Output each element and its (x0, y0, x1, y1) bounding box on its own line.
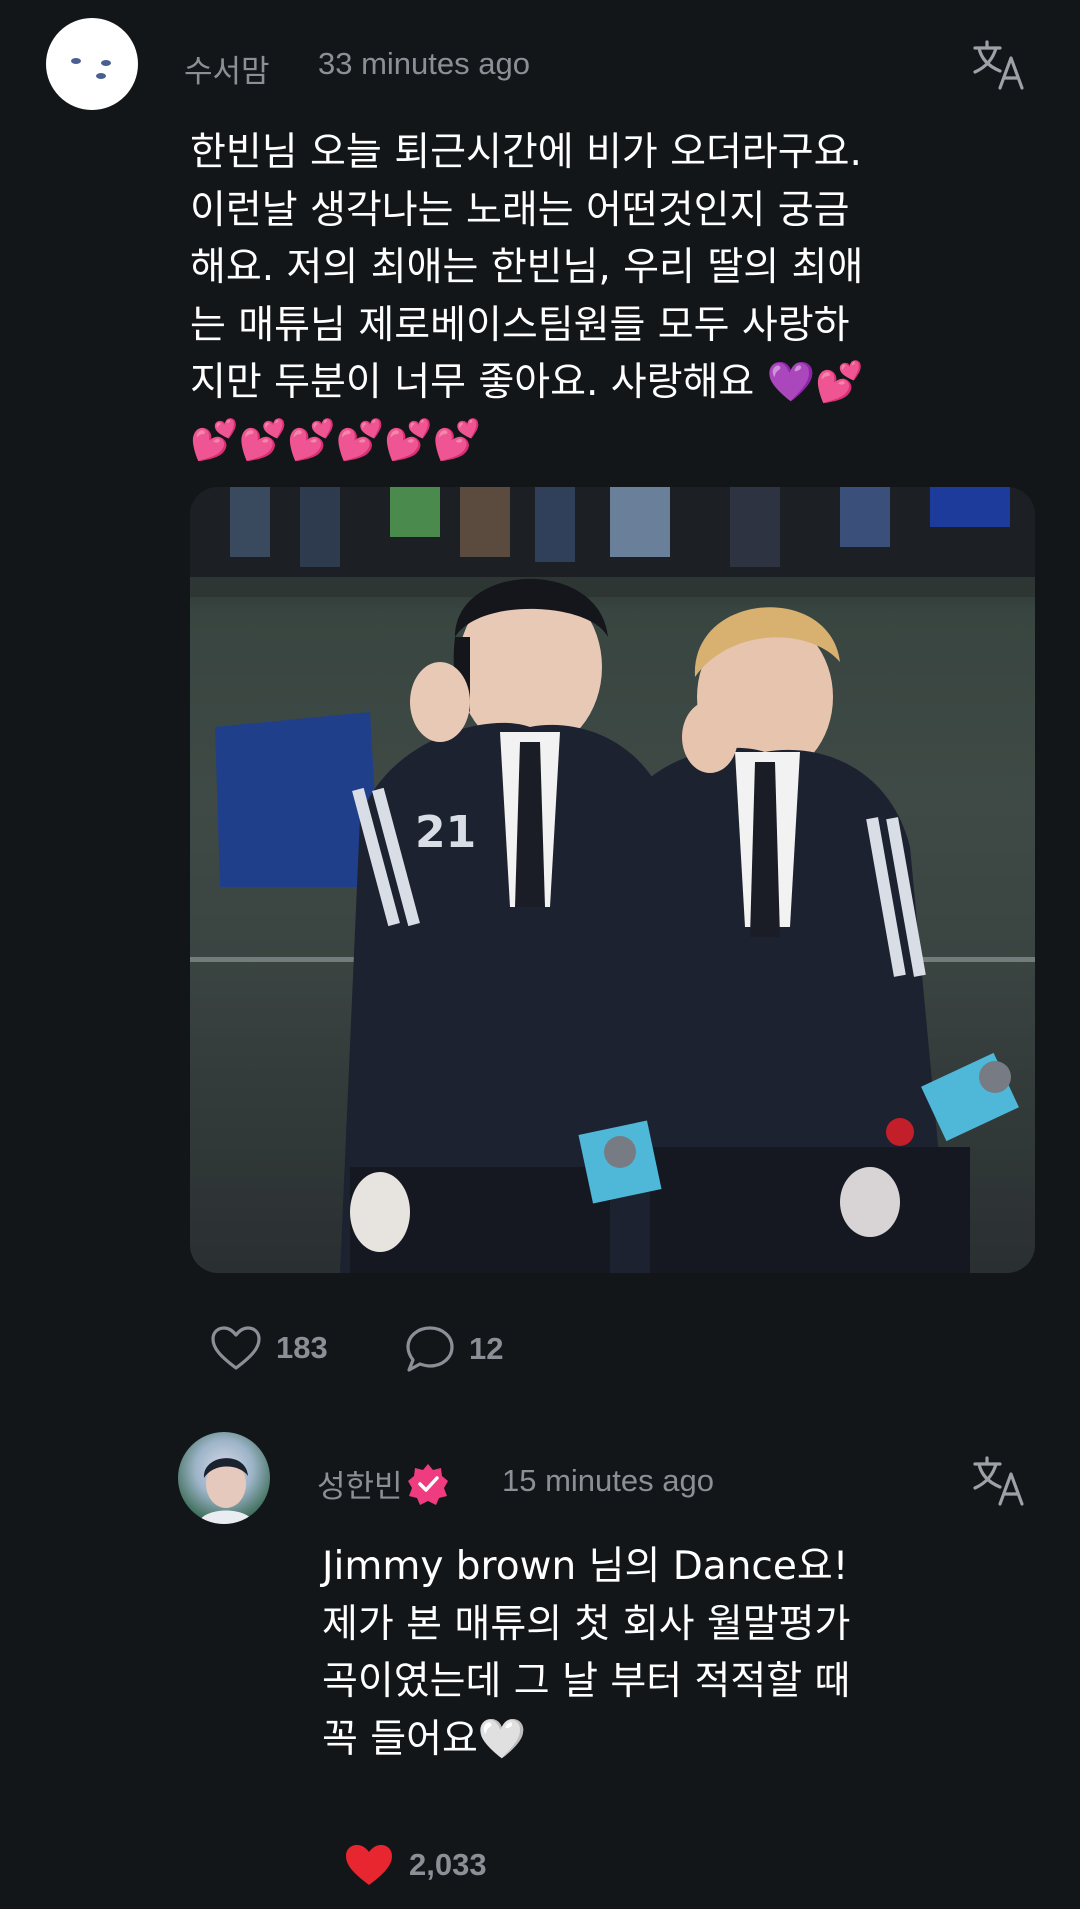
photo-illustration: 21 (190, 487, 1035, 1273)
translate-icon[interactable] (972, 40, 1028, 90)
speech-bubble-icon (405, 1325, 455, 1373)
reply-author[interactable]: 성한빈 (317, 1461, 449, 1506)
reply-author-avatar[interactable] (178, 1432, 270, 1524)
verified-badge-icon (407, 1463, 449, 1505)
heart-outline-icon (210, 1325, 262, 1371)
author-avatar[interactable] (46, 18, 138, 110)
comment-button[interactable]: 12 (405, 1325, 503, 1373)
comment-count: 12 (469, 1331, 504, 1366)
jersey-number: 21 (415, 807, 476, 858)
reply-timestamp: 15 minutes ago (502, 1463, 714, 1498)
post-body-text: 한빈님 오늘 퇴근시간에 비가 오더라구요. 이런날 생각나는 노래는 어떤것인… (190, 130, 864, 463)
post-photo[interactable]: 21 (190, 487, 1035, 1273)
like-button[interactable]: 183 (210, 1325, 328, 1371)
post-author-name[interactable]: 수서맘 (184, 46, 270, 91)
translate-icon[interactable] (972, 1456, 1028, 1506)
reply-like-count: 2,033 (409, 1847, 487, 1882)
like-count: 183 (276, 1330, 328, 1365)
reply-body-text: Jimmy brown 님의 Dance요! 제가 본 매튜의 첫 회사 월말평… (322, 1544, 851, 1762)
post-timestamp: 33 minutes ago (318, 46, 530, 81)
heart-filled-icon (343, 1842, 395, 1888)
reply-author-name: 성한빈 (317, 1469, 403, 1504)
reply-like-button[interactable]: 2,033 (343, 1842, 487, 1888)
